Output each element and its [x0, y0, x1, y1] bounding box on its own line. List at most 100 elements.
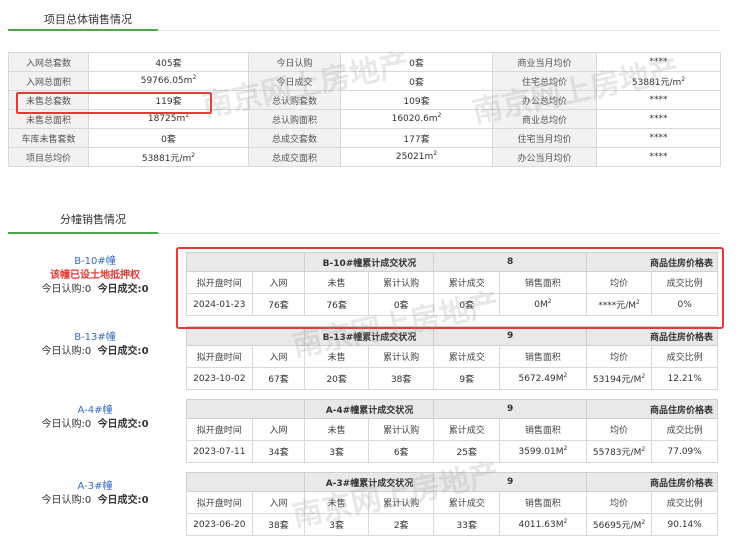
today-deal-label: 今日成交: [97, 284, 142, 295]
cell-open-date: 2023-06-20 [186, 513, 253, 536]
today-deal-label: 今日成交: [97, 419, 142, 430]
summary-section-title: 项目总体销售情况 [44, 13, 132, 26]
column-header: 累计认购 [367, 345, 435, 368]
cell-area-value: 3599.01M [518, 446, 564, 457]
unit-superscript: 2 [641, 519, 646, 526]
summary-value-text: **** [649, 133, 668, 143]
today-subscribe-value: 0 [84, 419, 92, 430]
header-spacer [185, 399, 306, 419]
cell-avg-price-value: 53194元/M [592, 375, 642, 385]
summary-value: 53881元/m2 [596, 71, 721, 91]
summary-value-text: 0套 [409, 58, 424, 69]
building-today-stats: 今日认购:0 今日成交:0 [20, 494, 170, 508]
today-deal: 今日成交:0 [98, 284, 149, 295]
summary-value: 53881元/m2 [88, 147, 249, 167]
today-deal-label: 今日成交: [97, 495, 142, 506]
building-sales-table: A-4#幢累计成交状况 9 商品住房价格表 拟开盘时间 入网 未售 累计认购 累计成交 销售面积… [185, 399, 719, 463]
building-name-link[interactable]: B-13#幢 [20, 331, 170, 345]
cell-area-value: 4011.63M [518, 519, 564, 530]
summary-label: 车库未售套数 [8, 128, 89, 148]
summary-label: 今日成交 [248, 71, 341, 91]
price-list-link[interactable]: 商品住房价格表 [585, 472, 719, 492]
cell-open-date: 2023-07-11 [186, 440, 253, 463]
summary-value-text: 25021m [395, 152, 434, 162]
building-section-accent [8, 232, 158, 234]
summary-value-text: **** [649, 95, 668, 105]
today-deal: 今日成交:0 [98, 495, 149, 506]
building-name-link[interactable]: B-10#幢 [20, 255, 170, 269]
building-table-header: A-3#幢累计成交状况 9 商品住房价格表 [185, 472, 719, 492]
summary-value: 59766.05m2 [88, 71, 249, 91]
today-deal-label: 今日成交: [97, 346, 142, 357]
summary-value: **** [596, 109, 721, 129]
today-deal-value: 0 [141, 284, 149, 295]
building-section-title: 分幢销售情况 [60, 213, 126, 226]
today-subscribe-value: 0 [84, 346, 92, 357]
summary-value-text: 177套 [403, 134, 430, 145]
building-info: B-10#幢 该幢已设土地抵押权 今日认购:0 今日成交:0 [20, 255, 170, 297]
price-list-link[interactable]: 商品住房价格表 [585, 326, 719, 346]
b10-highlight [176, 247, 724, 329]
cell-net: 67套 [251, 367, 306, 390]
unit-superscript: 2 [641, 446, 646, 453]
summary-value: 0套 [340, 71, 493, 91]
summary-value-text: **** [649, 57, 668, 67]
cell-avg-price: 56695元/M2 [585, 513, 653, 536]
summary-value: 0套 [88, 128, 249, 148]
building-table-row: 2023-10-02 67套 20套 38套 9套 5672.49M2 53194元/M2 1… [186, 367, 718, 390]
today-subscribe-label: 今日认购: [41, 495, 85, 506]
building-info: A-3#幢 今日认购:0 今日成交:0 [20, 480, 170, 508]
column-header: 累计成交 [433, 345, 501, 368]
summary-value: **** [596, 52, 721, 72]
summary-value-text: 53881元/m [631, 77, 682, 88]
unit-superscript: 2 [641, 373, 646, 380]
summary-label: 今日认购 [248, 52, 341, 72]
cell-unsold: 3套 [304, 440, 369, 463]
cell-subscribed: 6套 [367, 440, 435, 463]
summary-label: 入网总面积 [8, 71, 89, 91]
cell-avg-price: 53194元/M2 [585, 367, 653, 390]
building-table-row: 2023-06-20 38套 3套 2套 33套 4011.63M2 56695元/M2 90… [186, 513, 718, 536]
summary-value-text: 18725m [147, 114, 186, 124]
summary-label: 项目总均价 [8, 147, 89, 167]
unit-superscript: 2 [191, 151, 196, 159]
building-table-row: 2023-07-11 34套 3套 6套 25套 3599.01M2 55783元/M2 77… [186, 440, 718, 463]
building-name-link[interactable]: A-4#幢 [20, 404, 170, 418]
cell-open-date: 2023-10-02 [186, 367, 253, 390]
cell-net: 34套 [251, 440, 306, 463]
summary-label: 总成交套数 [248, 128, 341, 148]
summary-value: **** [596, 128, 721, 148]
summary-value-text: 0套 [409, 77, 424, 88]
summary-label: 总成交面积 [248, 147, 341, 167]
building-today-stats: 今日认购:0 今日成交:0 [20, 418, 170, 432]
today-subscribe-value: 0 [84, 284, 92, 295]
unit-superscript: 2 [433, 150, 438, 157]
summary-value-text: 59766.05m [140, 76, 193, 86]
summary-value: **** [596, 147, 721, 167]
unit-superscript: 2 [437, 112, 442, 119]
building-table-count: 9 [433, 399, 587, 419]
building-table-header: A-4#幢累计成交状况 9 商品住房价格表 [185, 399, 719, 419]
summary-value-text: 405套 [155, 58, 182, 69]
unit-superscript: 2 [563, 371, 568, 379]
column-header: 销售面积 [499, 418, 587, 441]
column-header: 未售 [304, 418, 369, 441]
cell-sold: 33套 [433, 513, 501, 536]
building-name-link[interactable]: A-3#幢 [20, 480, 170, 494]
building-table-count: 9 [433, 472, 587, 492]
building-table-header: B-13#幢累计成交状况 9 商品住房价格表 [185, 326, 719, 346]
summary-section-accent [8, 29, 158, 31]
cell-area: 3599.01M2 [499, 440, 587, 463]
unit-superscript: 2 [681, 75, 686, 83]
column-header: 入网 [251, 418, 306, 441]
building-today-stats: 今日认购:0 今日成交:0 [20, 345, 170, 359]
building-info: B-13#幢 今日认购:0 今日成交:0 [20, 331, 170, 359]
column-header: 拟开盘时间 [186, 418, 253, 441]
summary-value-text: **** [649, 114, 668, 124]
summary-value: 16020.6m2 [340, 109, 493, 129]
price-list-link[interactable]: 商品住房价格表 [585, 399, 719, 419]
column-header: 成交比例 [651, 491, 718, 514]
column-header: 累计成交 [433, 418, 501, 441]
summary-value: 25021m2 [340, 147, 493, 167]
cell-sold: 25套 [433, 440, 501, 463]
